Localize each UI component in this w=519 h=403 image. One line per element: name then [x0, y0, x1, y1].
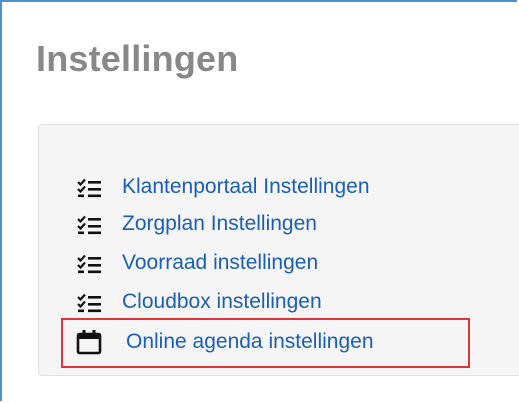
checklist-icon	[76, 252, 102, 274]
page-title: Instellingen	[36, 38, 239, 79]
settings-link-cloudbox[interactable]: Cloudbox instellingen	[76, 282, 516, 322]
settings-link-voorraad[interactable]: Voorraad instellingen	[76, 244, 516, 282]
settings-link-zorgplan[interactable]: Zorgplan Instellingen	[76, 204, 516, 244]
settings-link-label: Zorgplan Instellingen	[122, 212, 317, 235]
settings-link-label: Cloudbox instellingen	[122, 290, 322, 313]
settings-link-label: Klantenportaal Instellingen	[122, 175, 370, 198]
calendar-icon	[76, 329, 102, 355]
settings-link-klantenportaal[interactable]: Klantenportaal Instellingen	[76, 170, 516, 204]
checklist-icon	[76, 176, 102, 198]
checklist-icon	[76, 291, 102, 313]
settings-link-label: Online agenda instellingen	[126, 330, 374, 353]
settings-link-list: Klantenportaal Instellingen Zorgplan Ins…	[76, 170, 516, 322]
checklist-icon	[76, 213, 102, 235]
settings-link-online-agenda[interactable]: Online agenda instellingen	[76, 322, 374, 362]
settings-link-label: Voorraad instellingen	[122, 251, 319, 274]
